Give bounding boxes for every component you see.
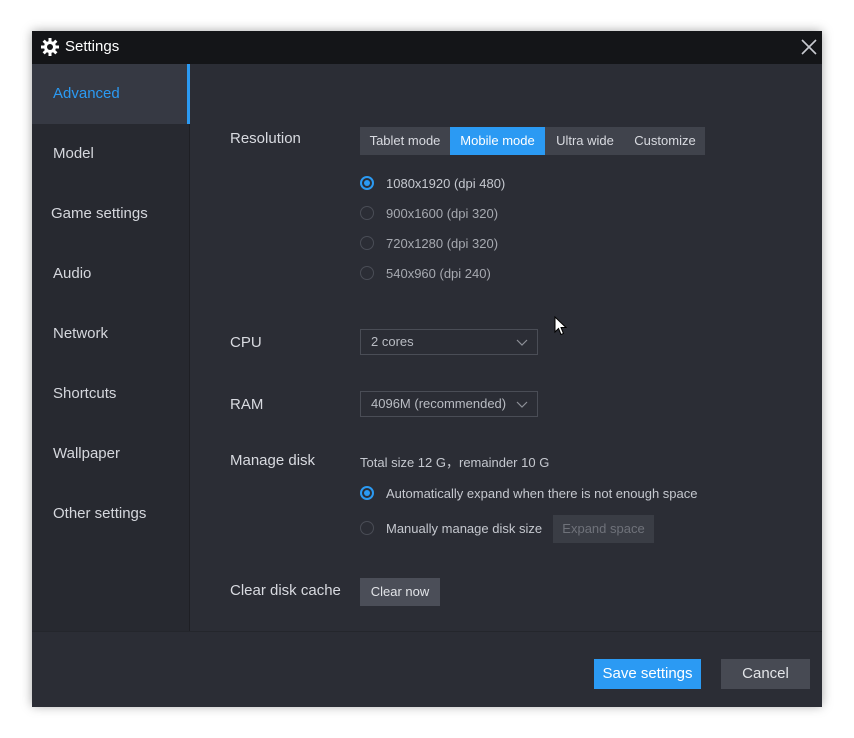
clear-now-button[interactable]: Clear now [360, 578, 440, 606]
ram-select[interactable]: 4096M (recommended) [360, 391, 538, 417]
gear-icon [41, 38, 59, 56]
sidebar-item-label: Other settings [53, 505, 147, 522]
sidebar-item-label: Shortcuts [53, 385, 117, 402]
save-settings-button[interactable]: Save settings [594, 659, 701, 689]
radio-button[interactable] [360, 266, 374, 280]
ram-label: RAM [230, 396, 264, 413]
radio-label: 900x1600 (dpi 320) [386, 206, 499, 221]
radio-label: 540x960 (dpi 240) [386, 266, 491, 281]
footer: Save settings Cancel [32, 631, 822, 707]
chevron-down-icon [516, 339, 528, 346]
radio-label: Manually manage disk size [386, 521, 543, 536]
manage-disk-label: Manage disk [230, 452, 316, 469]
sidebar: Advanced Model Game settings Audio Netwo… [32, 64, 190, 631]
sidebar-item-label: Wallpaper [53, 445, 120, 462]
sidebar-item-game-settings[interactable]: Game settings [32, 184, 189, 244]
sidebar-item-other-settings[interactable]: Other settings [32, 484, 189, 544]
tab-tablet-mode[interactable]: Tablet mode [360, 127, 450, 155]
sidebar-item-label: Audio [53, 265, 92, 282]
sidebar-item-label: Game settings [51, 205, 148, 222]
radio-label: 720x1280 (dpi 320) [386, 236, 499, 251]
sidebar-item-label: Advanced [53, 85, 120, 102]
window-title: Settings [65, 38, 120, 55]
radio-label: Automatically expand when there is not e… [386, 486, 698, 501]
disk-size-info: Total size 12 G，remainder 10 G [360, 455, 550, 470]
settings-window: Settings Advanced Model Game settings Au… [32, 31, 822, 707]
radio-button[interactable] [360, 486, 374, 500]
sidebar-item-audio[interactable]: Audio [32, 244, 189, 304]
radio-label: 1080x1920 (dpi 480) [386, 176, 506, 191]
sidebar-item-shortcuts[interactable]: Shortcuts [32, 364, 189, 424]
close-icon[interactable] [798, 36, 820, 58]
sidebar-item-wallpaper[interactable]: Wallpaper [32, 424, 189, 484]
expand-space-button[interactable]: Expand space [553, 515, 654, 543]
sidebar-item-model[interactable]: Model [32, 124, 189, 184]
title-bar: Settings [32, 31, 822, 64]
sidebar-item-network[interactable]: Network [32, 304, 189, 364]
radio-button[interactable] [360, 206, 374, 220]
radio-button[interactable] [360, 176, 374, 190]
sidebar-item-advanced[interactable]: Advanced [32, 64, 190, 124]
mouse-cursor-icon [554, 316, 568, 336]
settings-content: Resolution Tablet mode Mobile mode Ultra… [190, 64, 822, 631]
cpu-select[interactable]: 2 cores [360, 329, 538, 355]
clear-cache-label: Clear disk cache [230, 582, 341, 599]
sidebar-item-label: Model [53, 145, 94, 162]
radio-button[interactable] [360, 521, 374, 535]
cpu-label: CPU [230, 334, 262, 351]
resolution-label: Resolution [230, 130, 301, 147]
radio-button[interactable] [360, 236, 374, 250]
tab-mobile-mode[interactable]: Mobile mode [450, 127, 545, 155]
tab-ultra-wide[interactable]: Ultra wide [545, 127, 625, 155]
sidebar-item-label: Network [53, 325, 109, 342]
cpu-select-value: 2 cores [371, 334, 414, 349]
tab-customize[interactable]: Customize [625, 127, 705, 155]
cancel-button[interactable]: Cancel [721, 659, 810, 689]
ram-select-value: 4096M (recommended) [371, 396, 507, 411]
chevron-down-icon [516, 401, 528, 408]
